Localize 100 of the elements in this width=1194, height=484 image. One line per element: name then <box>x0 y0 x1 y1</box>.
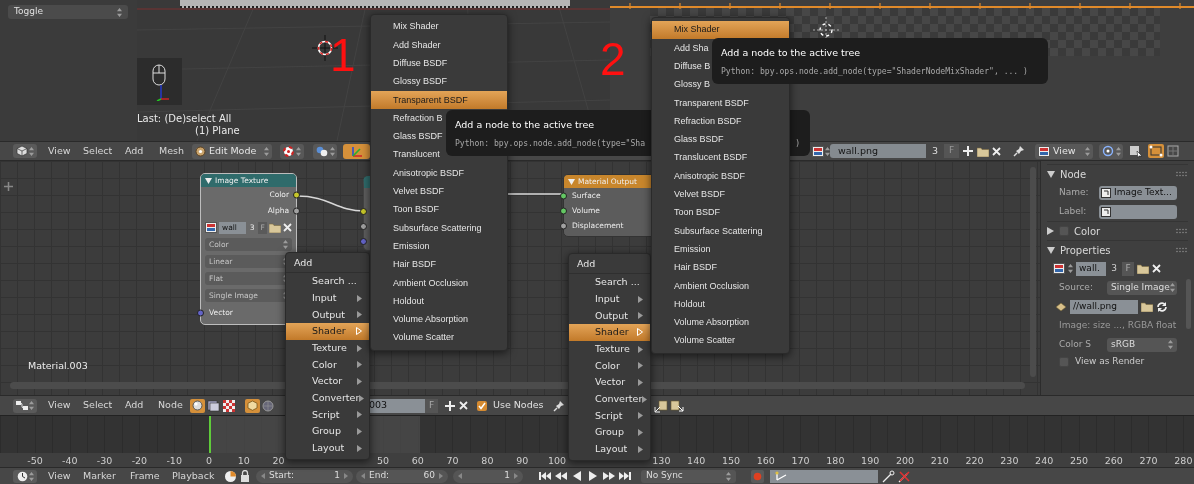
menu-item[interactable]: Input <box>569 290 650 308</box>
menu-item[interactable]: Glossy BSDF <box>371 72 507 92</box>
menu-item[interactable]: Emission <box>371 237 507 256</box>
image-name-field[interactable]: wall. <box>1076 261 1106 276</box>
menu-item[interactable]: Ambient Occlusion <box>371 274 507 293</box>
colorspace-dropdown[interactable]: sRGB <box>1107 337 1177 352</box>
image-browse-button[interactable] <box>812 144 830 158</box>
menu-item[interactable]: Volume Absorption <box>652 313 789 333</box>
close-icon[interactable] <box>1152 264 1161 273</box>
shading-dropdown[interactable] <box>313 143 337 159</box>
dropdown-field[interactable]: Toggle <box>8 5 128 19</box>
label-field[interactable] <box>1099 204 1177 219</box>
menu-item[interactable]: Node <box>158 398 190 413</box>
jump-start-icon[interactable] <box>538 471 552 481</box>
select-icon[interactable] <box>1129 144 1143 158</box>
menu-item[interactable]: Holdout <box>652 295 789 314</box>
rewind-icon[interactable] <box>554 471 568 481</box>
menu-item[interactable]: Playback <box>172 468 224 484</box>
menu-item[interactable]: Add Shader <box>371 36 507 55</box>
menu-item[interactable]: Transparent BSDF <box>371 91 507 110</box>
triangle-down-icon[interactable] <box>205 177 212 184</box>
source-dropdown[interactable]: Single Image <box>1107 280 1177 295</box>
menu-item[interactable]: Marker <box>83 468 130 484</box>
vertex-mode-icon[interactable] <box>1148 144 1164 158</box>
menu-item[interactable]: Velvet BSDF <box>371 182 507 201</box>
keying-set-field[interactable] <box>770 469 878 483</box>
menu-item[interactable]: Layout <box>569 440 650 458</box>
texture-icon[interactable] <box>207 399 220 412</box>
folder-icon[interactable] <box>977 145 989 157</box>
menu-item[interactable]: Hair BSDF <box>371 255 507 275</box>
menu-item[interactable]: Color <box>286 356 369 374</box>
menu-item[interactable]: Mix Shader <box>371 18 507 37</box>
current-frame-field[interactable]: 1 <box>453 469 523 483</box>
pivot-dropdown[interactable] <box>280 143 304 159</box>
menu-item[interactable]: Group <box>569 424 650 441</box>
menu-item[interactable]: Mesh <box>159 143 192 159</box>
menu-item[interactable]: Frame <box>130 468 172 484</box>
menu-item[interactable]: Script <box>286 406 369 424</box>
reload-icon[interactable] <box>1156 300 1168 313</box>
pivot-dropdown[interactable] <box>1099 143 1123 159</box>
folder-icon[interactable] <box>1141 301 1153 312</box>
manipulator-button[interactable] <box>343 143 370 159</box>
triangle-down-icon[interactable] <box>1047 170 1055 178</box>
menu-item[interactable]: Volume Scatter <box>652 332 789 351</box>
menu-item[interactable]: Subsurface Scattering <box>371 219 507 238</box>
scrollbar[interactable] <box>1030 167 1036 377</box>
menu-item[interactable]: Holdout <box>371 292 507 311</box>
mode-dropdown[interactable]: Edit Mode <box>192 143 272 159</box>
checker-icon[interactable] <box>223 399 235 412</box>
menu-item[interactable]: Color <box>569 357 650 375</box>
menu-item[interactable]: Toon BSDF <box>371 200 507 220</box>
menu-item[interactable]: Vector <box>286 373 369 390</box>
filepath-field[interactable]: //wall.png <box>1070 299 1138 314</box>
sphere-button[interactable] <box>190 398 205 413</box>
menu-item[interactable]: Transparent BSDF <box>652 94 789 113</box>
folder-icon[interactable] <box>269 222 281 233</box>
insert-key-icon[interactable] <box>882 469 895 483</box>
pin-icon[interactable] <box>552 399 565 412</box>
sync-dropdown[interactable]: No Sync <box>641 469 736 483</box>
triangle-right-icon[interactable] <box>1047 227 1054 235</box>
menu-item[interactable]: Search ... <box>569 274 650 291</box>
editor-type-button[interactable] <box>13 144 37 158</box>
editor-type-button[interactable] <box>13 469 37 483</box>
paste-icon[interactable] <box>669 398 684 413</box>
world-icon[interactable] <box>262 399 274 412</box>
triangle-down-icon[interactable] <box>1047 246 1055 254</box>
menu-item[interactable]: Layout <box>286 439 369 457</box>
image-name-field[interactable]: wall.png <box>830 144 926 158</box>
close-icon[interactable] <box>992 146 1001 156</box>
menu-item[interactable]: Vector <box>569 374 650 391</box>
fast-forward-icon[interactable] <box>602 471 616 481</box>
menu-item[interactable]: Converter <box>286 389 369 407</box>
menu-item[interactable]: Select <box>83 143 125 159</box>
jump-end-icon[interactable] <box>618 471 632 481</box>
close-icon[interactable] <box>283 223 292 232</box>
menu-item[interactable]: Select <box>83 398 125 413</box>
editor-type-button[interactable] <box>13 398 37 413</box>
view-dropdown[interactable]: View <box>1035 143 1093 159</box>
menu-item[interactable]: View <box>48 143 83 159</box>
lock-icon[interactable] <box>240 470 250 482</box>
menu-item[interactable]: View <box>48 468 83 484</box>
keying-icon[interactable] <box>224 469 237 483</box>
name-field[interactable]: Image Text... <box>1099 185 1177 200</box>
menu-item[interactable]: Glass BSDF <box>652 130 789 150</box>
menu-item[interactable]: Volume Absorption <box>371 310 507 330</box>
copy-icon[interactable] <box>653 398 668 413</box>
menu-item[interactable]: Anisotropic BSDF <box>371 164 507 183</box>
menu-item[interactable]: Output <box>569 307 650 325</box>
menu-item[interactable]: View <box>48 398 83 413</box>
menu-item[interactable]: Volume Scatter <box>371 329 507 348</box>
menu-item[interactable]: Hair BSDF <box>652 258 789 278</box>
menu-item[interactable]: Translucent BSDF <box>652 149 789 168</box>
menu-item[interactable]: Group <box>286 423 369 440</box>
image-icon[interactable] <box>1053 263 1065 274</box>
menu-item[interactable]: Texture <box>569 340 650 358</box>
object-button[interactable] <box>245 398 260 413</box>
menu-item[interactable]: Texture <box>286 339 369 357</box>
menu-item[interactable]: Refraction BSDF <box>652 112 789 131</box>
menu-item[interactable]: Script <box>569 407 650 425</box>
end-frame-field[interactable]: End: 60 <box>356 469 448 483</box>
